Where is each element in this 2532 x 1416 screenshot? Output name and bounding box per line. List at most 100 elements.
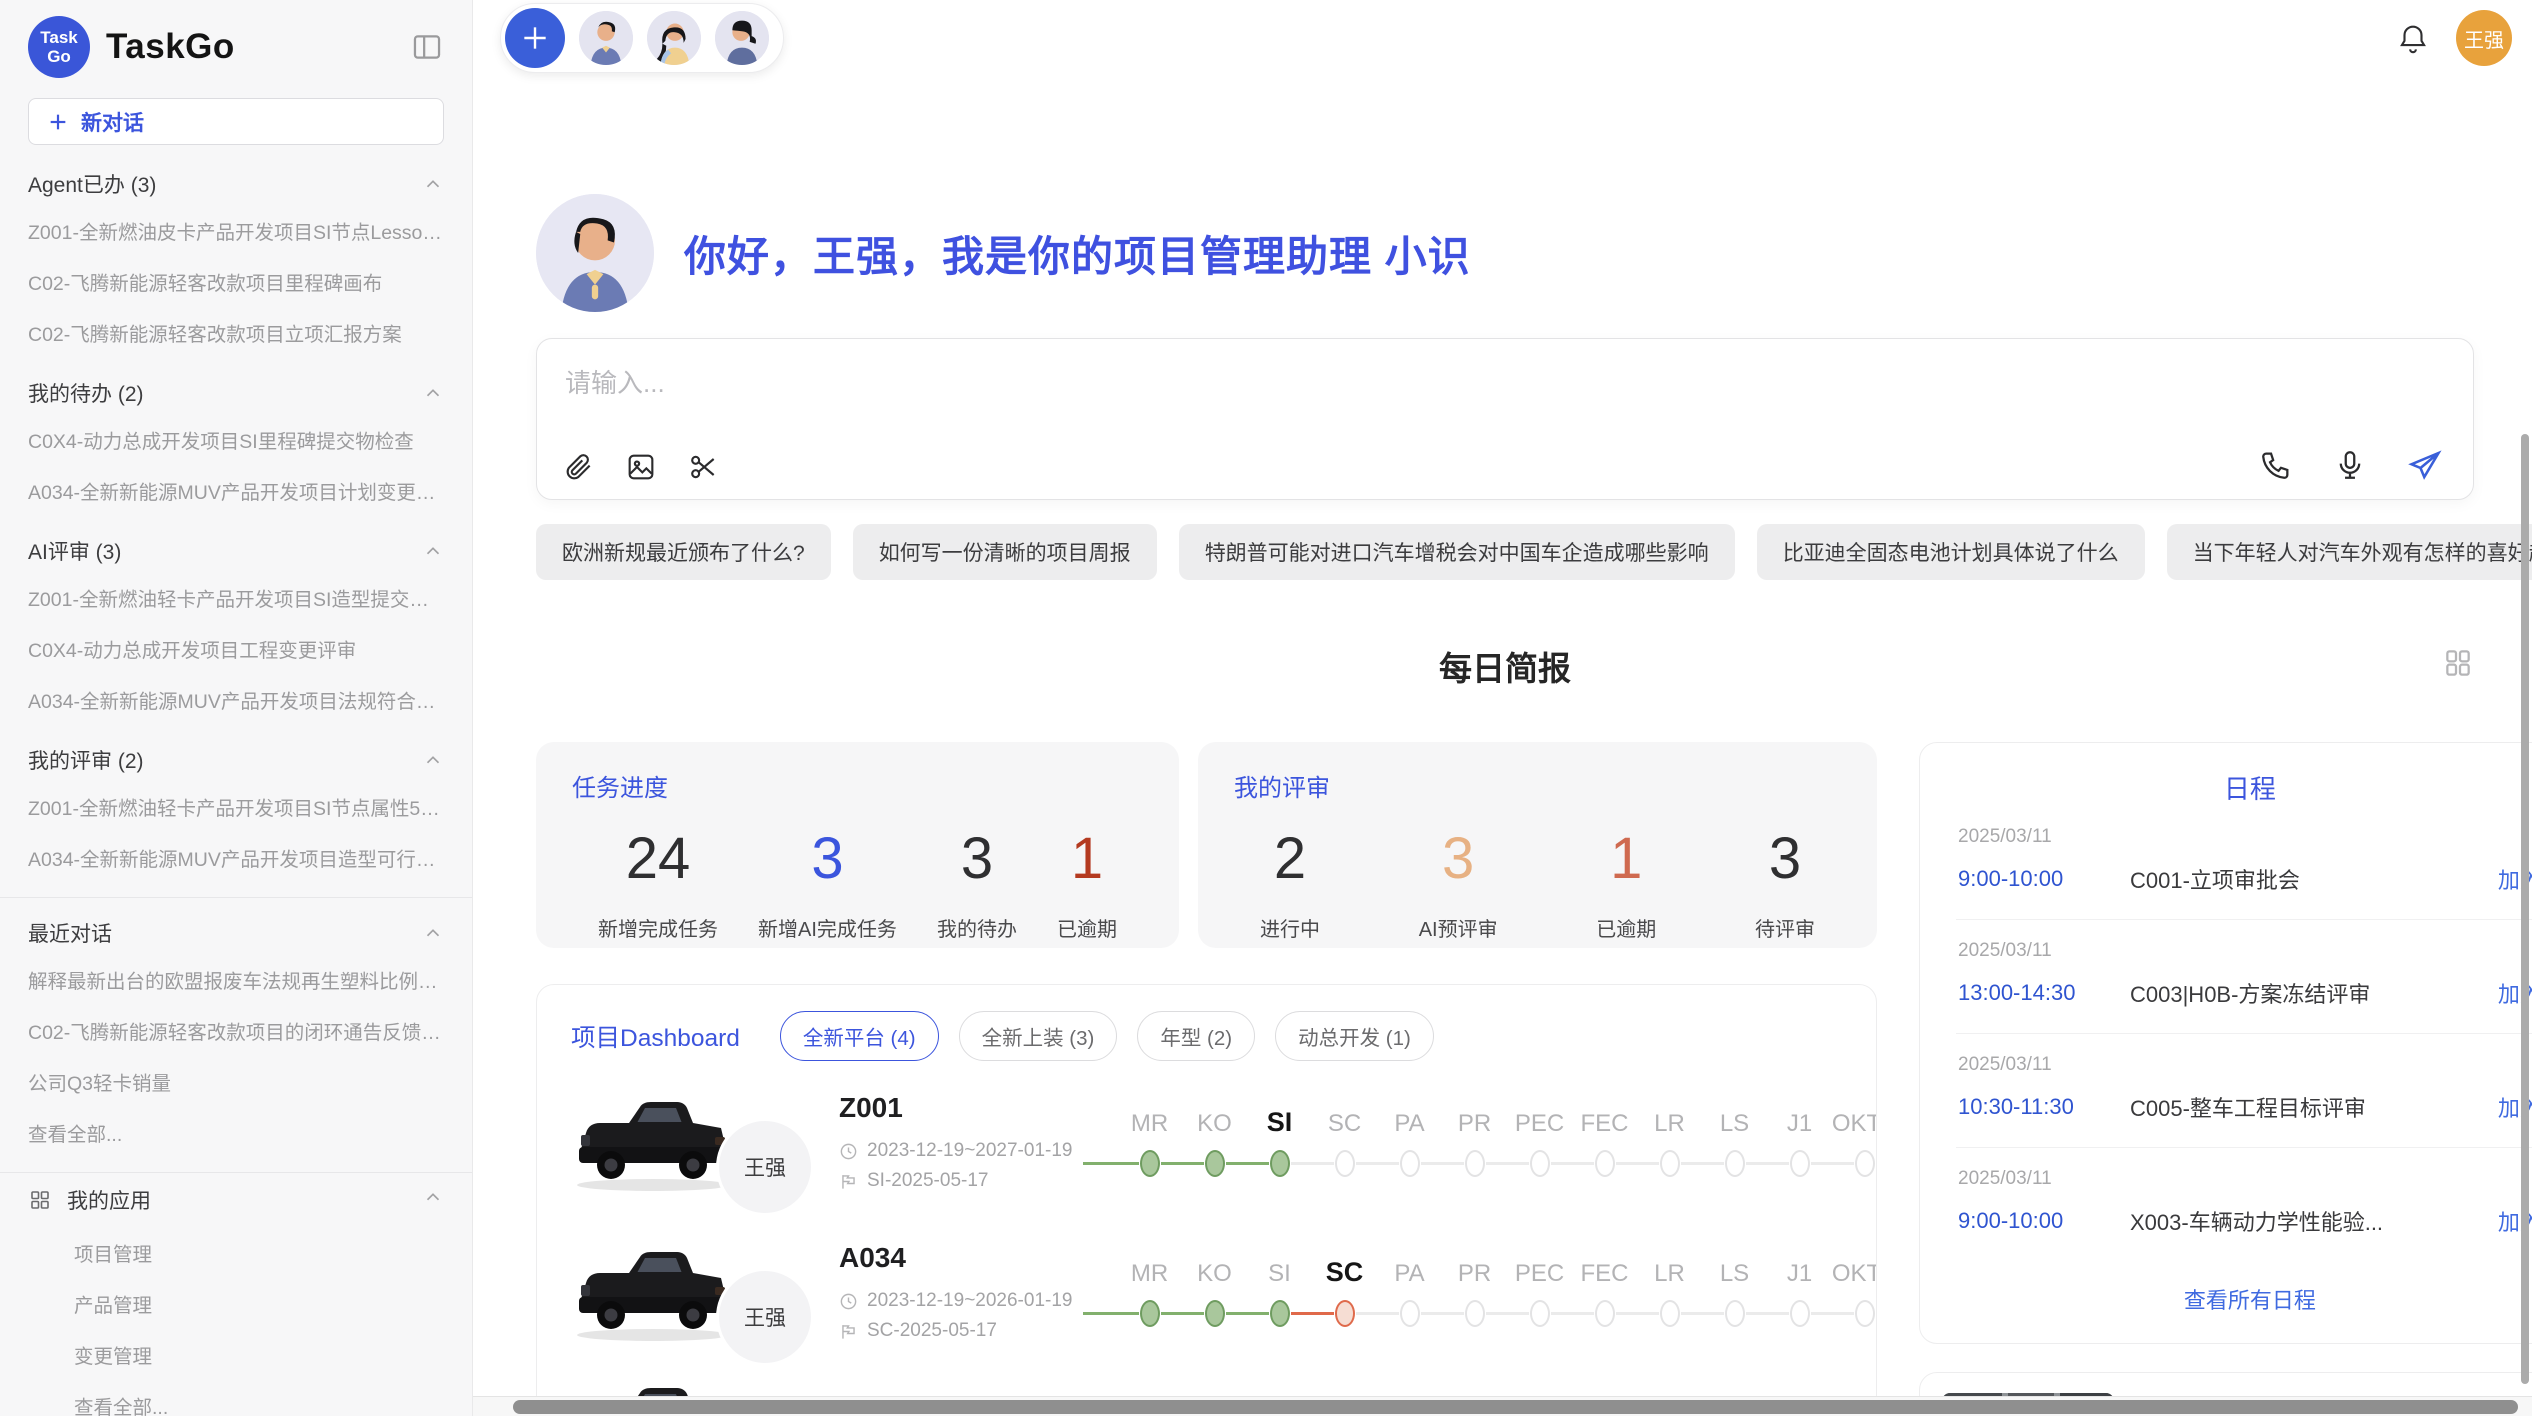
clock-icon — [839, 1292, 858, 1311]
sidebar-item[interactable]: Z001-全新燃油轻卡产品开发项目SI造型提交物评审 — [28, 572, 444, 623]
notification-bell-icon[interactable] — [2396, 21, 2430, 55]
suggestion-chip[interactable]: 欧洲新规最近颁布了什么? — [536, 524, 831, 580]
milestone-node — [1855, 1300, 1875, 1327]
layout-grid-icon[interactable] — [2442, 646, 2474, 678]
milestone: FEC — [1572, 1104, 1637, 1184]
milestone-node — [1335, 1300, 1355, 1327]
milestone-label: SI — [1268, 1254, 1291, 1288]
avatar[interactable] — [715, 11, 769, 65]
clock-icon — [839, 1142, 858, 1161]
suggestion-chip[interactable]: 比亚迪全固态电池计划具体说了什么 — [1757, 524, 2145, 580]
schedule-date: 2025/03/11 — [1958, 826, 2532, 848]
new-chat-button[interactable]: 新对话 — [28, 98, 444, 145]
dashboard-filter-chip[interactable]: 年型 (2) — [1137, 1011, 1255, 1061]
milestone-connector — [1083, 1162, 1139, 1165]
milestone-label: OKTB — [1832, 1104, 1877, 1138]
stat: 3我的待办 — [937, 827, 1017, 942]
phone-icon[interactable] — [2259, 448, 2293, 482]
app-root: Task Go TaskGo 新对话 Agent已办 (3)Z001-全新燃油皮… — [0, 0, 2532, 1416]
sidebar-item[interactable]: C0X4-动力总成开发项目SI里程碑提交物检查 — [28, 414, 444, 465]
dashboard-filter-chip[interactable]: 动总开发 (1) — [1275, 1011, 1434, 1061]
sidebar-section-header[interactable]: 最近对话 — [28, 898, 444, 954]
project-code: A034 — [839, 1242, 1117, 1274]
view-all-chats-link[interactable]: 查看全部... — [28, 1107, 444, 1158]
sidebar-item[interactable]: A034-全新新能源MUV产品开发项目计划变更表编写 — [28, 465, 444, 516]
assistant-avatar — [536, 194, 654, 312]
sidebar-section-header[interactable]: 我的评审 (2) — [28, 725, 444, 781]
sidebar-item[interactable]: C0X4-动力总成开发项目工程变更评审 — [28, 623, 444, 674]
milestone-connector — [1161, 1162, 1204, 1165]
stat-number: 2 — [1274, 827, 1306, 891]
dashboard-filter-chip[interactable]: 全新平台 (4) — [780, 1011, 939, 1061]
suggestion-chip[interactable]: 特朗普可能对进口汽车增税会对中国车企造成哪些影响 — [1179, 524, 1735, 580]
milestone-node-area — [1247, 1146, 1312, 1184]
recent-chat-item[interactable]: C02-飞腾新能源轻客改款项目的闭环通告反馈情况 — [28, 1005, 444, 1056]
add-conversation-button[interactable] — [505, 8, 565, 68]
milestone-node — [1790, 1300, 1810, 1327]
milestone-node-area — [1377, 1296, 1442, 1334]
sidebar-item-my-apps[interactable]: 我的应用 — [28, 1173, 444, 1227]
stat-number: 3 — [1442, 827, 1474, 891]
milestone-connector — [1811, 1162, 1854, 1165]
stat: 3待评审 — [1755, 827, 1815, 942]
app-link[interactable]: 产品管理 — [28, 1278, 444, 1329]
owner-badge: 王强 — [719, 1121, 811, 1213]
project-row[interactable]: 王强Z0012023-12-19~2027-01-19SI-2025-05-17… — [537, 1069, 1876, 1219]
sidebar-item[interactable]: Z001-全新燃油皮卡产品开发项目SI节点Lesson Learn报告 — [28, 205, 444, 256]
microphone-icon[interactable] — [2333, 448, 2367, 482]
user-avatar[interactable]: 王强 — [2456, 10, 2512, 66]
project-code: Z001 — [839, 1092, 1117, 1124]
project-info: A0342023-12-19~2026-01-19SC-2025-05-17 — [839, 1242, 1117, 1346]
milestone-node-area — [1767, 1146, 1832, 1184]
sidebar-item[interactable]: C02-飞腾新能源轻客改款项目立项汇报方案 — [28, 307, 444, 358]
send-icon[interactable] — [2407, 447, 2443, 483]
milestone-connector — [1421, 1312, 1464, 1315]
view-all-schedule-link[interactable]: 查看所有日程 — [1956, 1261, 2532, 1325]
milestone-node-area — [1507, 1146, 1572, 1184]
avatar[interactable] — [579, 11, 633, 65]
project-date-range: 2023-12-19~2027-01-19 — [867, 1140, 1072, 1162]
sidebar-collapse-icon[interactable] — [410, 30, 444, 64]
suggestion-chip[interactable]: 当下年轻人对汽车外观有怎样的喜好趋势 — [2167, 524, 2532, 580]
vertical-scrollbar[interactable] — [2521, 434, 2529, 1384]
sidebar-section-header[interactable]: Agent已办 (3) — [28, 149, 444, 205]
recent-chat-item[interactable]: 公司Q3轻卡销量 — [28, 1056, 444, 1107]
sidebar-section-header[interactable]: AI评审 (3) — [28, 516, 444, 572]
flag-icon — [839, 1172, 858, 1191]
milestone: SC — [1312, 1104, 1377, 1184]
milestone-node — [1140, 1300, 1160, 1327]
milestone-label: J1 — [1787, 1104, 1812, 1138]
milestone-node-area — [1702, 1296, 1767, 1334]
project-date-range: 2023-12-19~2026-01-19 — [867, 1290, 1072, 1312]
app-link[interactable]: 项目管理 — [28, 1227, 444, 1278]
project-row[interactable]: 王强A0342023-12-19~2026-01-19SC-2025-05-17… — [537, 1219, 1876, 1369]
milestone: PEC — [1507, 1104, 1572, 1184]
stat-cards: 任务进度24新增完成任务3新增AI完成任务3我的待办1已逾期我的评审2进行中3A… — [536, 742, 1877, 948]
milestone-connector — [1616, 1312, 1659, 1315]
sidebar-section-header[interactable]: 我的待办 (2) — [28, 358, 444, 414]
sidebar-item[interactable]: Z001-全新燃油轻卡产品开发项目SI节点属性5D文件评审 — [28, 781, 444, 832]
attachment-icon[interactable] — [563, 451, 595, 483]
app-link[interactable]: 变更管理 — [28, 1329, 444, 1380]
image-icon[interactable] — [625, 451, 657, 483]
scissors-icon[interactable] — [687, 451, 719, 483]
recent-chat-item[interactable]: 解释最新出台的欧盟报废车法规再生塑料比例被调至15%... — [28, 954, 444, 1005]
milestone: MR — [1117, 1104, 1182, 1184]
sidebar-item[interactable]: C02-飞腾新能源轻客改款项目里程碑画布 — [28, 256, 444, 307]
dashboard-filter-chip[interactable]: 全新上装 (3) — [959, 1011, 1118, 1061]
avatar[interactable] — [647, 11, 701, 65]
milestone-label: KO — [1197, 1254, 1232, 1288]
milestone-connector — [1291, 1312, 1334, 1315]
view-all-apps-link[interactable]: 查看全部... — [28, 1380, 444, 1416]
milestone-node-area — [1117, 1296, 1182, 1334]
suggestion-chip[interactable]: 如何写一份清晰的项目周报 — [853, 524, 1157, 580]
milestone-node — [1530, 1150, 1550, 1177]
message-input[interactable] — [537, 339, 2473, 409]
sidebar-item[interactable]: A034-全新新能源MUV产品开发项目法规符合性评审 — [28, 674, 444, 725]
milestone-connector — [1161, 1312, 1204, 1315]
milestone-node — [1270, 1150, 1290, 1177]
milestone-node-area — [1572, 1146, 1637, 1184]
horizontal-scrollbar-thumb[interactable] — [513, 1400, 2518, 1414]
sidebar-item[interactable]: A034-全新新能源MUV产品开发项目造型可行性评审 — [28, 832, 444, 883]
app-logo: Task Go — [28, 16, 90, 78]
